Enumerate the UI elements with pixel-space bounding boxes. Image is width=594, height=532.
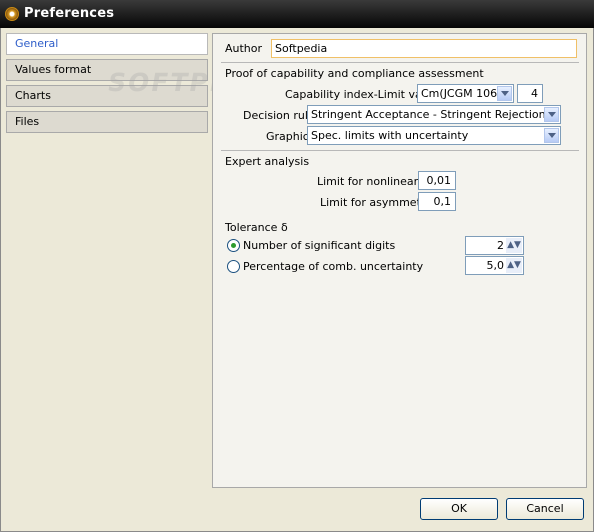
chevron-down-icon[interactable] bbox=[544, 128, 559, 143]
chevron-down-icon[interactable] bbox=[497, 86, 512, 101]
ok-button[interactable]: OK bbox=[420, 498, 498, 520]
section-divider bbox=[221, 150, 579, 151]
decision-rule-select[interactable]: Stringent Acceptance - Stringent Rejecti… bbox=[307, 105, 561, 124]
author-label: Author bbox=[225, 42, 263, 55]
decision-rule-label: Decision rule bbox=[243, 109, 315, 122]
nonlinearity-input[interactable]: 0,01 bbox=[418, 171, 456, 190]
sidebar-item-label: Files bbox=[15, 115, 40, 128]
comb-uncertainty-label: Percentage of comb. uncertainty bbox=[243, 260, 424, 273]
preferences-sidebar: General Values format Charts Files bbox=[6, 31, 208, 488]
comb-uncertainty-value: 5,0 bbox=[486, 259, 505, 272]
comb-uncertainty-spinner[interactable]: 5,0 ▲▼ bbox=[465, 256, 524, 275]
proof-section-title: Proof of capability and compliance asses… bbox=[225, 67, 484, 80]
significant-digits-value: 2 bbox=[497, 239, 504, 252]
gear-icon bbox=[5, 7, 19, 21]
sidebar-item-label: Charts bbox=[15, 89, 51, 102]
significant-digits-spinner[interactable]: 2 ▲▼ bbox=[465, 236, 524, 255]
graphic-selected: Spec. limits with uncertainty bbox=[311, 129, 469, 142]
significant-digits-radio[interactable] bbox=[227, 239, 240, 252]
up-down-arrow-icon[interactable]: ▲▼ bbox=[506, 238, 522, 253]
sidebar-item-general[interactable]: General bbox=[6, 33, 208, 55]
capability-index-select[interactable]: Cm(JCGM 106) bbox=[417, 84, 514, 103]
asymmetry-input[interactable]: 0,1 bbox=[418, 192, 456, 211]
sidebar-item-label: Values format bbox=[15, 63, 92, 76]
cancel-button[interactable]: Cancel bbox=[506, 498, 584, 520]
capability-index-selected: Cm(JCGM 106) bbox=[421, 87, 502, 100]
window-titlebar: Preferences bbox=[0, 0, 594, 28]
chevron-down-icon[interactable] bbox=[544, 107, 559, 122]
general-settings-panel: Author Softpedia Proof of capability and… bbox=[212, 33, 587, 488]
asymmetry-label: Limit for asymmetry bbox=[320, 196, 432, 209]
tolerance-section-title: Tolerance δ bbox=[225, 221, 288, 234]
expert-section-title: Expert analysis bbox=[225, 155, 310, 168]
sidebar-item-label: General bbox=[15, 37, 59, 50]
section-divider bbox=[221, 62, 579, 63]
significant-digits-label: Number of significant digits bbox=[243, 239, 396, 252]
sidebar-item-files[interactable]: Files bbox=[6, 111, 208, 133]
comb-uncertainty-radio[interactable] bbox=[227, 260, 240, 273]
up-down-arrow-icon[interactable]: ▲▼ bbox=[506, 258, 522, 273]
preferences-window: Preferences General Values format Charts… bbox=[0, 0, 594, 532]
graphic-select[interactable]: Spec. limits with uncertainty bbox=[307, 126, 561, 145]
nonlinearity-label: Limit for nonlinearity bbox=[317, 175, 433, 188]
author-input[interactable]: Softpedia bbox=[271, 39, 577, 58]
graphic-label: Graphic bbox=[266, 130, 309, 143]
capability-limit-input[interactable]: 4 bbox=[517, 84, 543, 103]
capability-limit-label: Capability index-Limit value bbox=[285, 88, 439, 101]
decision-rule-selected: Stringent Acceptance - Stringent Rejecti… bbox=[311, 108, 546, 121]
window-title: Preferences bbox=[24, 6, 115, 21]
